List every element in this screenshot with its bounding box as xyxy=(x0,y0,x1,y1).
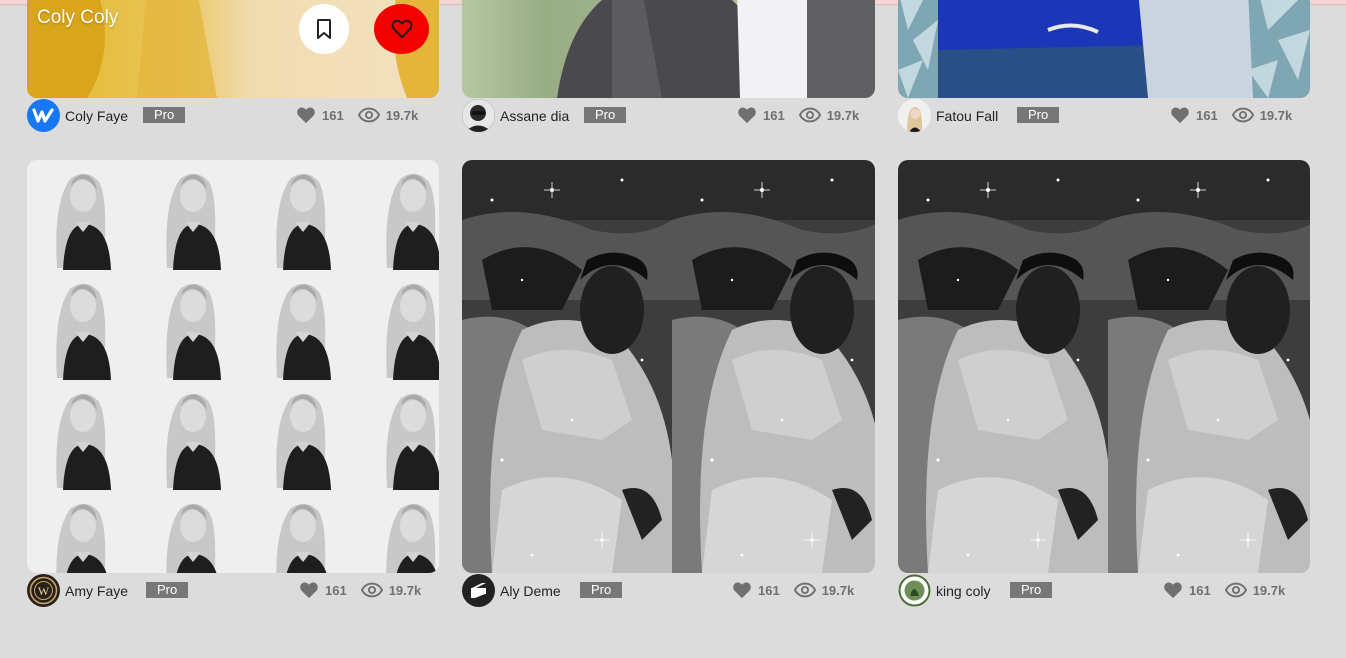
heart-icon xyxy=(297,107,315,124)
like-count: 161 xyxy=(322,107,344,123)
shot-stats: 161 19.7k xyxy=(737,104,859,126)
pro-badge: Pro xyxy=(1017,107,1060,123)
shot-thumbnail[interactable] xyxy=(462,160,875,573)
view-count: 19.7k xyxy=(1252,582,1286,598)
author-name[interactable]: Amy Faye xyxy=(65,583,128,599)
crest-logo-icon[interactable]: W xyxy=(27,574,60,607)
shot-title-overlay: Coly Coly xyxy=(37,7,119,28)
shot-image xyxy=(898,0,1310,98)
like-count: 161 xyxy=(1196,107,1218,123)
shot-meta: W Amy Faye Pro 161 19.7k xyxy=(27,573,439,607)
eye-icon xyxy=(1231,107,1254,123)
shot-image xyxy=(35,160,439,573)
like-button[interactable] xyxy=(374,4,429,54)
like-count: 161 xyxy=(325,582,347,598)
black-s-logo-icon[interactable] xyxy=(462,574,495,607)
eye-icon xyxy=(793,582,816,598)
view-count: 19.7k xyxy=(826,107,860,123)
svg-text:W: W xyxy=(38,584,50,598)
shot-stats: 161 19.7k xyxy=(1163,579,1285,601)
like-count: 161 xyxy=(758,582,780,598)
author-name[interactable]: Fatou Fall xyxy=(936,108,998,124)
seal-logo-icon[interactable] xyxy=(898,574,931,607)
shot-image xyxy=(462,0,875,98)
shot-thumbnail[interactable] xyxy=(898,0,1310,98)
like-count: 161 xyxy=(763,107,785,123)
heart-icon xyxy=(738,107,756,124)
profile-photo-icon[interactable] xyxy=(898,99,931,132)
eye-icon xyxy=(1224,582,1247,598)
pro-badge: Pro xyxy=(143,107,186,123)
shot-thumbnail[interactable]: Coly Coly xyxy=(27,0,439,98)
heart-icon xyxy=(1171,107,1189,124)
shot-thumbnail[interactable] xyxy=(27,160,439,573)
heart-icon xyxy=(1164,582,1182,599)
pro-badge: Pro xyxy=(146,582,189,598)
bookmark-button[interactable] xyxy=(299,4,349,54)
shot-stats: 161 19.7k xyxy=(296,104,418,126)
profile-photo-icon[interactable] xyxy=(462,99,495,132)
eye-icon xyxy=(360,582,383,598)
shot-meta: Assane dia Pro 161 19.7k xyxy=(462,98,875,132)
pro-badge: Pro xyxy=(1010,582,1053,598)
shot-image xyxy=(462,160,875,573)
shot-thumbnail[interactable] xyxy=(898,160,1310,573)
author-name[interactable]: Aly Deme xyxy=(500,583,561,599)
shot-stats: 161 19.7k xyxy=(299,579,421,601)
view-count: 19.7k xyxy=(388,582,422,598)
shot-meta: Coly Faye Pro 161 19.7k xyxy=(27,98,439,132)
heart-icon xyxy=(733,582,751,599)
view-count: 19.7k xyxy=(821,582,855,598)
pro-badge: Pro xyxy=(584,107,627,123)
shot-thumbnail[interactable] xyxy=(462,0,875,98)
heart-outline-icon xyxy=(391,19,412,39)
pro-badge: Pro xyxy=(580,582,623,598)
heart-icon xyxy=(300,582,318,599)
view-count: 19.7k xyxy=(385,107,419,123)
shot-meta: king coly Pro 161 19.7k xyxy=(898,573,1310,607)
view-count: 19.7k xyxy=(1259,107,1293,123)
shot-meta: Aly Deme Pro 161 19.7k xyxy=(462,573,875,607)
like-count: 161 xyxy=(1189,582,1211,598)
shot-meta: Fatou Fall Pro 161 19.7k xyxy=(898,98,1310,132)
eye-icon xyxy=(798,107,821,123)
shot-stats: 161 19.7k xyxy=(732,579,854,601)
bookmark-icon xyxy=(317,19,331,39)
author-name[interactable]: Coly Faye xyxy=(65,108,128,124)
shot-image xyxy=(898,160,1310,573)
blue-w-logo-icon[interactable] xyxy=(27,99,60,132)
author-name[interactable]: king coly xyxy=(936,583,990,599)
author-name[interactable]: Assane dia xyxy=(500,108,569,124)
shot-stats: 161 19.7k xyxy=(1170,104,1292,126)
eye-icon xyxy=(357,107,380,123)
